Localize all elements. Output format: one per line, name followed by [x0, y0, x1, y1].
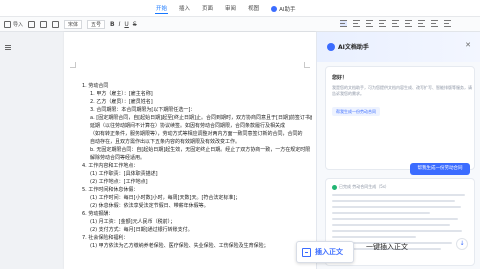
page-corner-mark [304, 62, 310, 68]
document-line[interactable]: (1) 月工资：[金额]元人民币（税前）； [82, 218, 312, 226]
ai-tab-label: AI助手 [279, 6, 296, 13]
top-tab-bar: 开始 插入 页面 审阅 视图 AI助手 [0, 0, 480, 17]
document-line[interactable]: 6. 劳动报酬： [82, 210, 312, 218]
panel-header: AI文档助手 ✕ [317, 32, 480, 62]
more-options-icon[interactable] [444, 20, 451, 27]
line-spacing-icon[interactable] [392, 20, 399, 27]
import-label: 导入 [13, 22, 24, 28]
scroll-down-button[interactable]: ↓ [456, 238, 468, 250]
generate-contract-button[interactable]: 帮我生成一份劳动合同 [410, 163, 470, 175]
check-icon [332, 184, 337, 190]
document-line[interactable]: 延期（以往劳动期间不计算在）协议续签。如因有劳动合同期限，合同条款履行及相关成 [82, 122, 312, 130]
document-line[interactable]: 7. 社会保险和福利： [82, 234, 312, 242]
redo-icon[interactable] [40, 21, 48, 28]
tab-ai-assistant[interactable]: AI助手 [270, 3, 296, 14]
document-line[interactable]: 3. 合同期限：本合同期限为[以下期限任选一]： [82, 106, 312, 114]
bold-button[interactable]: B [110, 21, 115, 28]
document-line[interactable]: （如有转正条件，服务期限等），劳动方式等相应调整对两内方面一致同意签订新的合同，… [82, 130, 312, 138]
align-center-icon[interactable] [353, 20, 360, 27]
insert-icon [302, 247, 311, 257]
font-size-select[interactable]: 五号 [87, 20, 106, 29]
suggestion-chip[interactable]: 帮我生成一份劳动合同 [332, 107, 380, 116]
insert-body-button[interactable]: 插入正文 [296, 241, 354, 263]
generation-status: 已完成 劳动合同生成（5s） [332, 184, 389, 190]
document-line[interactable]: 1. 甲方（雇主）：[雇主名称] [82, 90, 312, 98]
one-click-insert-label[interactable]: 一键插入正文 [366, 242, 408, 252]
align-right-icon[interactable] [366, 20, 373, 27]
outline-menu-icon[interactable] [5, 45, 11, 50]
outdent-icon[interactable] [431, 20, 438, 27]
tab-view[interactable]: 视图 [247, 3, 260, 14]
document-page[interactable]: 1. 劳动合同 1. 甲方（雇主）：[雇主名称] 2. 乙方（雇员）：[雇员姓名] 3… [64, 32, 316, 269]
import-button[interactable]: 导入 [4, 21, 23, 28]
ribbon-tabs: 开始 插入 页面 审阅 视图 AI助手 [155, 3, 296, 14]
ai-logo-icon [271, 5, 278, 12]
document-line[interactable]: 1. 劳动合同 [82, 82, 312, 90]
font-family-select[interactable]: 宋体 [64, 20, 83, 29]
status-text: 已完成 劳动合同生成（5s） [339, 184, 389, 189]
document-line[interactable]: 自动存在，且双方需作出以下五条内容的有效期限及有效改变工作。 [82, 138, 312, 146]
indent-icon[interactable] [418, 20, 425, 27]
document-line[interactable]: 解除劳动合同等经适用。 [82, 154, 312, 162]
strike-button[interactable]: S [133, 21, 137, 28]
import-icon [4, 21, 11, 28]
assistant-greeting-card: 您好！ 我是您的文档助手，可为您提供文档内容生成、改写扩写、智能排版等服务，请告… [325, 66, 475, 175]
document-line[interactable]: (2) 支付方式：每月[日期]通过银行转账支付。 [82, 226, 312, 234]
insert-body-label: 插入正文 [315, 248, 343, 256]
document-line[interactable]: (2) 休息休假：依法享受法定节假日、带薪年休假等。 [82, 202, 312, 210]
document-line[interactable]: 2. 乙方（雇员）：[雇员姓名] [82, 98, 312, 106]
underline-button[interactable]: U [124, 21, 128, 28]
ai-assistant-logo-icon [327, 43, 335, 51]
undo-icon[interactable] [28, 21, 36, 28]
document-line[interactable]: (1) 工作职责：[具体职责描述] [82, 170, 312, 178]
tab-home[interactable]: 开始 [155, 3, 169, 14]
document-line[interactable]: 4. 工作内容和工作地点： [82, 162, 312, 170]
document-line[interactable]: 5. 工作时间和休息休假： [82, 186, 312, 194]
document-line[interactable]: a. [固定期限合同，自[起始日期]起至[终止日期]止。合同到期时，双方协商同意… [82, 114, 312, 122]
align-justify-icon[interactable] [379, 20, 386, 27]
align-left-icon[interactable] [340, 20, 347, 27]
document-body[interactable]: 1. 劳动合同 1. 甲方（雇主）：[雇主名称] 2. 乙方（雇员）：[雇员姓名] 3… [82, 82, 312, 250]
tab-review[interactable]: 审阅 [224, 3, 237, 14]
document-line[interactable]: (1) 工作时间：每日[小时数]小时，每周[天数]天。[符合法定标准]； [82, 194, 312, 202]
format-painter-icon[interactable] [52, 21, 60, 28]
document-line[interactable]: b. 无固定期限合同：自[起始日期]起生效，无固定终止日期。经止了双方协商一致，… [82, 146, 312, 154]
greeting-description: 我是您的文档助手，可为您提供文档内容生成、改写扩写、智能排版等服务，请告诉我您的… [332, 85, 472, 96]
panel-title: AI文档助手 [338, 44, 369, 51]
tab-insert[interactable]: 插入 [178, 3, 191, 14]
ai-assistant-panel: AI文档助手 ✕ 您好！ 我是您的文档助手，可为您提供文档内容生成、改写扩写、智… [316, 32, 480, 269]
document-line[interactable]: (2) 工作地点：[工作地点] [82, 178, 312, 186]
document-line[interactable]: (1) 甲方依法为乙方缴纳养老保险、医疗保险、失业保险、工伤保险及生育保险； [82, 242, 312, 250]
formatting-toolbar: 导入 宋体 五号 B I U S [0, 17, 480, 32]
list-icon[interactable] [405, 20, 412, 27]
greeting-heading: 您好！ [332, 75, 348, 81]
italic-button[interactable]: I [119, 21, 121, 28]
close-icon[interactable]: ✕ [465, 41, 471, 49]
tab-page[interactable]: 页面 [201, 3, 214, 14]
page-corner-mark [70, 62, 76, 68]
